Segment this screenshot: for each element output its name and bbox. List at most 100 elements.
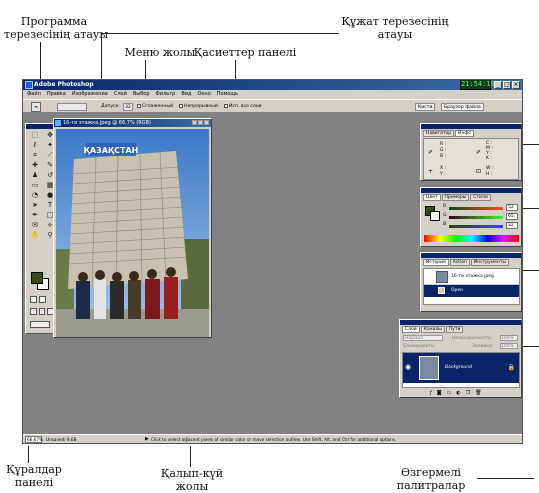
slider-g-track[interactable] [449, 216, 503, 219]
slider-g-label: G [443, 213, 447, 218]
person-5 [145, 279, 160, 319]
antialias-option[interactable]: Сглаженный [137, 100, 173, 114]
blur-tool-icon[interactable]: ◔ [28, 191, 42, 200]
magic-wand-tool-icon[interactable]: ⌁ [31, 102, 41, 112]
delete-layer-icon[interactable]: 🗑 [475, 390, 481, 396]
new-layer-icon[interactable]: ❐ [466, 390, 470, 396]
caption-document-title-line1: Құжат терезесінің [341, 15, 449, 28]
slider-b-label: B [443, 222, 447, 227]
caption-document-title: Құжат терезесінің атауы [340, 15, 450, 41]
menu-view[interactable]: Вид [181, 90, 191, 99]
zoom-level-field[interactable]: 66,67% [25, 436, 43, 443]
stamp-tool-icon[interactable]: ♟ [28, 171, 42, 180]
document-icon [55, 120, 61, 126]
layer-style-icon[interactable]: ƒ [430, 390, 432, 396]
tab-navigator[interactable]: Навигатор [423, 130, 455, 137]
selection-mode-icons[interactable] [57, 103, 87, 111]
tab-styles[interactable]: Стили [470, 194, 491, 201]
opacity-input[interactable]: 100% [500, 335, 518, 341]
photoshop-window: Adobe Photoshop 21:54:10 _ □ × Файл Прав… [22, 79, 523, 444]
history-snapshot-thumb [436, 271, 448, 283]
tab-tools[interactable]: Инструменты [470, 259, 509, 266]
standard-mode-icon[interactable] [30, 296, 37, 303]
layer-set-icon[interactable]: ▭ [447, 390, 452, 396]
menu-file[interactable]: Файл [27, 90, 41, 99]
person-3 [110, 281, 124, 319]
blend-mode-select[interactable]: Нормал [403, 335, 443, 341]
contiguous-checkbox[interactable] [179, 103, 183, 108]
brushes-tab[interactable]: Кисти [415, 103, 436, 111]
tab-history[interactable]: История [423, 259, 449, 266]
menu-filter[interactable]: Фильтр [156, 90, 176, 99]
history-snapshot-label: 16-ти этажка.jpeg [451, 274, 494, 279]
tab-paths[interactable]: Пути [445, 326, 464, 333]
mask-mode-buttons [30, 296, 54, 304]
close-button[interactable]: × [512, 81, 520, 89]
tab-color[interactable]: Цвет [423, 194, 441, 201]
menu-layer[interactable]: Слой [114, 90, 127, 99]
eraser-tool-icon[interactable]: ▭ [28, 181, 42, 190]
notes-tool-icon[interactable]: ✉ [28, 221, 42, 230]
leader-palette-2 [523, 208, 539, 209]
tab-info[interactable]: Инфо [455, 130, 474, 137]
healing-tool-icon[interactable]: ✚ [28, 161, 42, 170]
screen-mode-2-icon[interactable] [38, 308, 46, 315]
layers-controls: Нормал Непрозрачность: 100% Блокировать:… [400, 333, 521, 351]
caption-floating-palettes-line2: палитралар [396, 479, 466, 492]
slider-b-track[interactable] [449, 225, 503, 228]
file-browser-tab[interactable]: Браузер файла [441, 103, 484, 111]
screen-mode-1-icon[interactable] [30, 308, 37, 315]
slider-g-value[interactable]: 65 [506, 213, 518, 220]
all-layers-option[interactable]: Исп. все слои [224, 100, 262, 114]
status-arrow-icon[interactable]: ▶ [145, 435, 149, 443]
pen-tool-icon[interactable]: ✒ [28, 211, 42, 220]
maximize-button[interactable]: □ [503, 81, 511, 89]
contiguous-option[interactable]: Непрерывный [179, 100, 218, 114]
adjustment-layer-icon[interactable]: ◐ [456, 390, 460, 396]
slider-r-value[interactable]: 52 [506, 204, 518, 211]
crop-tool-icon[interactable]: ⌗ [28, 151, 42, 160]
slider-r-track[interactable] [449, 207, 503, 210]
tab-swatches[interactable]: Примеры [441, 194, 470, 201]
hand-tool-icon[interactable]: ✋ [28, 231, 42, 240]
layer-lock-icon: 🔒 [507, 364, 515, 371]
doc-maximize-button[interactable] [198, 120, 203, 125]
doc-minimize-button[interactable] [192, 120, 197, 125]
antialias-checkbox[interactable] [137, 103, 141, 108]
person-1 [76, 281, 90, 319]
document-photo[interactable]: ҚАЗАҚСТАН [56, 129, 209, 337]
foreground-color-swatch[interactable] [31, 272, 43, 284]
caption-status-bar-line1: Қалып-күй [160, 467, 224, 480]
tab-layers[interactable]: Слой [402, 326, 420, 333]
caption-tools-panel-line1: Құралдар [6, 463, 62, 476]
history-step-open[interactable]: Open [424, 285, 519, 297]
color-spectrum-bar[interactable] [424, 235, 519, 242]
all-layers-checkbox[interactable] [224, 103, 228, 108]
menu-help[interactable]: Помощь [217, 90, 238, 99]
info-wh-column: W : H : [486, 166, 493, 178]
jump-to-imageready [30, 321, 54, 329]
person-6-head [166, 267, 176, 277]
marquee-tool-icon[interactable]: ⬚ [28, 131, 42, 140]
imageready-icon[interactable] [30, 321, 50, 328]
color-bg-swatch[interactable] [430, 211, 440, 221]
layer-visibility-eye-icon[interactable]: ◉ [405, 363, 411, 371]
doc-close-button[interactable] [204, 120, 209, 125]
menu-edit[interactable]: Правка [47, 90, 66, 99]
minimize-button[interactable]: _ [494, 81, 502, 89]
history-snapshot[interactable]: 16-ти этажка.jpeg [424, 269, 519, 285]
tab-actions[interactable]: Action [449, 259, 470, 266]
path-select-icon[interactable]: ➤ [28, 201, 42, 210]
lasso-tool-icon[interactable]: ℓ [28, 141, 42, 150]
menu-select[interactable]: Выбор [133, 90, 150, 99]
menu-image[interactable]: Изображение [72, 90, 108, 99]
layer-row-background[interactable]: ◉ Background 🔒 [403, 353, 519, 383]
tab-channels[interactable]: Каналы [420, 326, 445, 333]
caption-tools-panel: Құралдар панелі [4, 463, 64, 489]
quickmask-mode-icon[interactable] [39, 296, 46, 303]
fill-input[interactable]: 100% [500, 343, 518, 349]
menu-window[interactable]: Окно [197, 90, 210, 99]
layer-mask-icon[interactable]: ◙ [437, 390, 442, 396]
slider-b-value[interactable]: 32 [506, 222, 518, 229]
tolerance-input[interactable]: 32 [123, 103, 133, 111]
